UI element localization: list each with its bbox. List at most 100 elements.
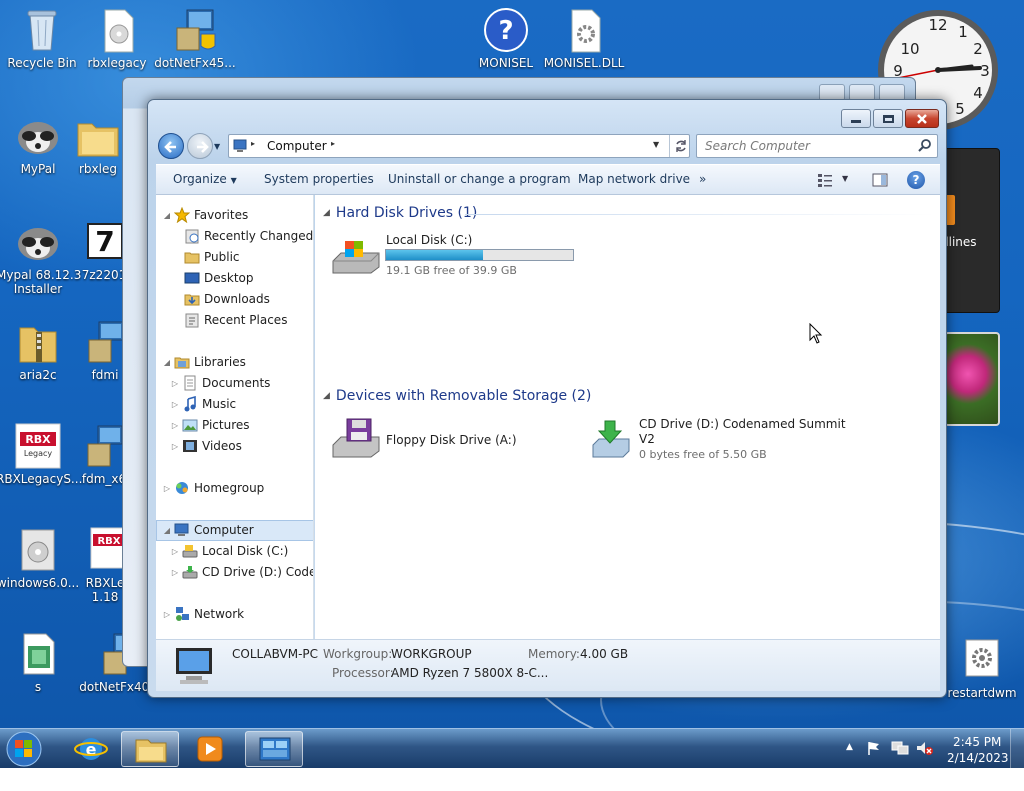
windows-orb-icon (6, 731, 42, 767)
group-header-removable-storage[interactable]: ◢ Devices with Removable Storage (2) (323, 388, 591, 404)
nav-recent-places[interactable]: Recent Places (182, 310, 287, 330)
desktop-icon-aria2c[interactable]: aria2c (0, 318, 80, 382)
expand-arrow-icon[interactable]: ▷ (170, 568, 180, 577)
desktop-icon-monisel-dll[interactable]: MONISEL.DLL (542, 6, 626, 70)
nav-documents[interactable]: ▷ Documents (170, 373, 270, 393)
close-icon (917, 113, 927, 124)
uninstall-program-button[interactable]: Uninstall or change a program (388, 172, 571, 186)
7zip-icon: 7 (80, 218, 128, 266)
desktop-icon-rbxlegacy[interactable]: rbxlegacy (75, 6, 159, 70)
view-options-dropdown-icon[interactable]: ▼ (842, 174, 848, 183)
expand-arrow-icon[interactable]: ▷ (170, 400, 180, 409)
desktop-icon-dotnetfx45[interactable]: dotNetFx45... (153, 6, 237, 70)
desktop-icon-label-line2: Installer (13, 282, 63, 296)
volume-muted-icon[interactable] (915, 740, 933, 756)
address-divider (669, 135, 670, 157)
expand-arrow-icon[interactable]: ▷ (162, 610, 172, 619)
more-commands-button[interactable]: » (699, 172, 706, 186)
drive-item-local-disk-c[interactable]: Local Disk (C:) 19.1 GB free of 39.9 GB (331, 233, 581, 279)
nav-videos[interactable]: ▷ Videos (170, 436, 242, 456)
change-view-icon[interactable] (817, 172, 833, 188)
desktop-icon-restartdwm[interactable]: restartdwm (940, 636, 1024, 700)
raccoon-icon (14, 218, 62, 266)
recent-pages-dropdown[interactable]: ▼ (214, 142, 220, 151)
maximize-button[interactable] (873, 109, 903, 128)
collapse-arrow-icon[interactable]: ◢ (162, 211, 172, 220)
taskbar-media-player[interactable] (181, 731, 239, 767)
desktop-icon-rbxleg-folder[interactable]: rbxleg (68, 112, 128, 176)
breadcrumb-computer[interactable]: Computer (267, 139, 327, 153)
desktop-icon-monisel[interactable]: ? MONISEL (464, 6, 548, 70)
organize-label: Organize (173, 172, 227, 186)
action-center-flag-icon[interactable] (866, 740, 882, 756)
nav-public[interactable]: Public (182, 247, 240, 267)
nav-network[interactable]: ▷ Network (162, 604, 244, 624)
nav-cd-drive-d[interactable]: ▷ CD Drive (D:) Coden (170, 562, 313, 582)
collapse-arrow-icon[interactable]: ◢ (162, 526, 172, 535)
desktop-icon-mypal-installer[interactable]: Mypal 68.12.3 Installer (0, 218, 81, 296)
desktop-icon-windows60[interactable]: windows6.0... (0, 526, 80, 590)
search-input[interactable]: Search Computer (696, 134, 938, 158)
expand-arrow-icon[interactable]: ▷ (170, 379, 180, 388)
svg-text:3: 3 (980, 62, 990, 80)
media-player-icon (197, 736, 223, 762)
nav-computer[interactable]: ◢ Computer (162, 520, 254, 540)
breadcrumb-separator[interactable]: ▸ (251, 139, 255, 148)
nav-desktop[interactable]: Desktop (182, 268, 254, 288)
map-network-drive-button[interactable]: Map network drive (578, 172, 690, 186)
nav-music[interactable]: ▷ Music (170, 394, 236, 414)
nav-pictures[interactable]: ▷ Pictures (170, 415, 250, 435)
nav-favorites[interactable]: ◢ Favorites (162, 205, 248, 225)
desktop-icon-label: MONISEL (478, 56, 534, 70)
search-icon[interactable] (917, 138, 933, 154)
preview-pane-icon[interactable] (872, 172, 888, 188)
back-button[interactable] (158, 133, 184, 159)
slideshow-gadget[interactable] (944, 332, 1000, 426)
expand-arrow-icon[interactable]: ▷ (170, 547, 180, 556)
nav-label: Pictures (202, 418, 250, 432)
close-button[interactable] (905, 109, 939, 128)
address-bar[interactable]: ▸ Computer ▸ ▼ (228, 134, 690, 158)
nav-libraries[interactable]: ◢ Libraries (162, 352, 246, 372)
nav-label: Music (202, 397, 237, 411)
desktop-icon-recycle-bin[interactable]: Recycle Bin (0, 6, 84, 70)
show-desktop-button[interactable] (1010, 729, 1024, 769)
breadcrumb-separator[interactable]: ▸ (331, 139, 335, 148)
taskbar-control-panel[interactable] (245, 731, 303, 767)
group-header-hard-disk-drives[interactable]: ◢ Hard Disk Drives (1) (323, 205, 477, 221)
taskbar-internet-explorer[interactable]: e (62, 731, 120, 767)
collapse-arrow-icon[interactable]: ◢ (162, 358, 172, 367)
network-status-icon[interactable] (891, 740, 909, 756)
refresh-icon[interactable] (673, 138, 689, 154)
nav-homegroup[interactable]: ▷ Homegroup (162, 478, 264, 498)
address-dropdown-icon[interactable]: ▼ (653, 140, 659, 149)
explorer-window[interactable]: ▼ ▸ Computer ▸ ▼ Search Computer Organiz… (147, 99, 947, 698)
forward-button[interactable] (187, 133, 213, 159)
nav-recently-changed[interactable]: Recently Changed (182, 226, 313, 246)
nav-local-disk-c[interactable]: ▷ Local Disk (C:) (170, 541, 288, 561)
expand-arrow-icon[interactable]: ▷ (170, 421, 180, 430)
svg-text:10: 10 (900, 40, 919, 58)
taskbar-windows-explorer[interactable] (121, 731, 179, 767)
show-hidden-icons[interactable]: ▲ (846, 742, 853, 782)
system-properties-button[interactable]: System properties (264, 172, 374, 186)
desktop-icon-s[interactable]: s (0, 630, 80, 694)
desktop-icon-label: dotNetFx45... (154, 56, 236, 70)
desktop-icon-rbxlegacys[interactable]: RBX Legacy RBXLegacyS... (0, 422, 82, 486)
minimize-button[interactable] (841, 109, 871, 128)
folder-icon (74, 112, 122, 160)
taskbar-clock-date[interactable]: 2/14/2023 (947, 751, 1009, 791)
drive-name: Local Disk (C:) (386, 233, 473, 247)
drive-item-floppy-a[interactable]: Floppy Disk Drive (A:) (331, 417, 571, 461)
expand-arrow-icon[interactable]: ▷ (170, 442, 180, 451)
nav-label: Videos (202, 439, 242, 453)
nav-downloads[interactable]: Downloads (182, 289, 270, 309)
organize-button[interactable]: Organize ▼ (173, 172, 237, 186)
computer-name: COLLABVM-PC (232, 647, 319, 661)
help-icon[interactable]: ? (907, 171, 925, 189)
drive-item-cd-d[interactable]: CD Drive (D:) Codenamed Summit V2 0 byte… (591, 417, 851, 467)
expand-arrow-icon[interactable]: ▷ (162, 484, 172, 493)
start-button[interactable] (4, 730, 44, 768)
desktop-icon (184, 270, 200, 286)
headlines-gadget[interactable]: dlines (940, 148, 1000, 313)
